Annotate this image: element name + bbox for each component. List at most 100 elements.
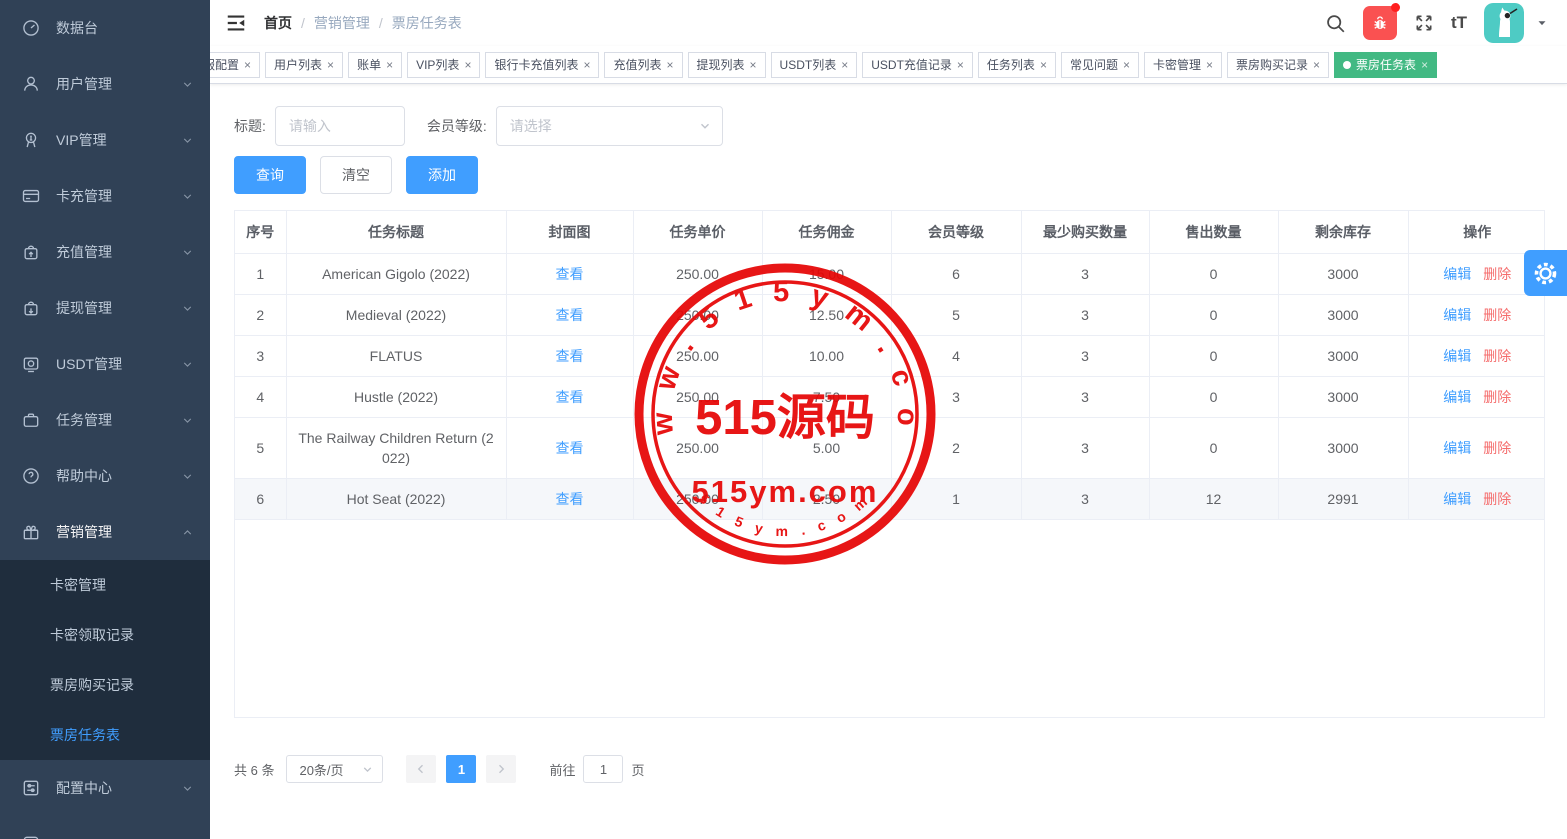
tab-active-dot-icon <box>1343 61 1351 69</box>
goto-page-input[interactable] <box>583 755 623 783</box>
close-icon[interactable]: × <box>841 59 848 71</box>
close-icon[interactable]: × <box>386 59 393 71</box>
caret-down-icon[interactable] <box>1535 16 1549 30</box>
sidebar-subitem[interactable]: 卡密管理 <box>0 560 210 610</box>
edit-link[interactable]: 编辑 <box>1443 491 1471 507</box>
tab-label: USDT充值记录 <box>871 56 952 73</box>
view-cover-link[interactable]: 查看 <box>556 389 584 405</box>
clear-button[interactable]: 清空 <box>320 156 392 194</box>
edit-link[interactable]: 编辑 <box>1443 307 1471 323</box>
sidebar-item[interactable]: 卡充管理 <box>0 168 210 224</box>
next-page-button[interactable] <box>486 755 516 783</box>
delete-link[interactable]: 删除 <box>1483 307 1511 323</box>
font-size-icon[interactable]: tT <box>1451 13 1467 33</box>
cell-price: 250.00 <box>633 417 762 478</box>
edit-link[interactable]: 编辑 <box>1443 389 1471 405</box>
close-icon[interactable]: × <box>750 59 757 71</box>
sidebar-subitem[interactable]: 票房购买记录 <box>0 660 210 710</box>
breadcrumb-separator: / <box>379 15 383 31</box>
tab-item[interactable]: VIP列表× <box>407 52 480 78</box>
sidebar-item[interactable]: 数据台 <box>0 0 210 56</box>
close-icon[interactable]: × <box>957 59 964 71</box>
close-icon[interactable]: × <box>1123 59 1130 71</box>
fullscreen-icon[interactable] <box>1414 13 1434 33</box>
tab-item[interactable]: 常见问题× <box>1061 52 1139 78</box>
tab-item[interactable]: 客服配置× <box>210 52 260 78</box>
page-number-button[interactable]: 1 <box>446 755 476 783</box>
close-icon[interactable]: × <box>1313 59 1320 71</box>
page-size-select[interactable]: 20条/页 <box>286 755 383 783</box>
avatar[interactable] <box>1484 3 1524 43</box>
cell-commission: 10.00 <box>762 335 891 376</box>
breadcrumb-home[interactable]: 首页 <box>264 13 292 33</box>
prev-page-button[interactable] <box>406 755 436 783</box>
delete-link[interactable]: 删除 <box>1483 389 1511 405</box>
delete-link[interactable]: 删除 <box>1483 491 1511 507</box>
view-cover-link[interactable]: 查看 <box>556 266 584 282</box>
tab-item[interactable]: 提现列表× <box>688 52 766 78</box>
tab-item[interactable]: 任务列表 × <box>978 52 1056 78</box>
sidebar-item[interactable]: 充值管理 <box>0 224 210 280</box>
chevron-down-icon <box>180 469 194 483</box>
sidebar-item[interactable]: 帮助中心 <box>0 448 210 504</box>
close-icon[interactable]: × <box>327 59 334 71</box>
tab-item[interactable]: 充值列表× <box>604 52 682 78</box>
delete-link[interactable]: 删除 <box>1483 440 1511 456</box>
view-cover-link[interactable]: 查看 <box>556 491 584 507</box>
level-select[interactable]: 请选择 <box>496 106 723 146</box>
navbar: 首页 / 营销管理 / 票房任务表 <box>210 0 1567 46</box>
sidebar-item[interactable]: 营销管理 <box>0 504 210 560</box>
search-icon[interactable] <box>1325 13 1346 34</box>
view-cover-link[interactable]: 查看 <box>556 307 584 323</box>
delete-link[interactable]: 删除 <box>1483 266 1511 282</box>
cell-operations: 编辑删除 <box>1408 376 1545 417</box>
sidebar-item[interactable] <box>0 816 210 839</box>
close-icon[interactable]: × <box>244 59 251 71</box>
column-header: 任务佣金 <box>762 211 891 253</box>
collapse-sidebar-icon[interactable] <box>224 11 248 35</box>
sidebar-subitem[interactable]: 卡密领取记录 <box>0 610 210 660</box>
tab-item[interactable]: USDT列表× <box>771 52 858 78</box>
tab-item[interactable]: 票房购买记录× <box>1227 52 1329 78</box>
cell-stock: 2991 <box>1278 478 1408 519</box>
edit-link[interactable]: 编辑 <box>1443 348 1471 364</box>
cell-level: 1 <box>891 478 1021 519</box>
close-icon[interactable]: × <box>1206 59 1213 71</box>
sidebar-subitem[interactable]: 票房任务表 <box>0 710 210 760</box>
close-icon[interactable]: × <box>1040 59 1047 71</box>
bug-report-button[interactable] <box>1363 6 1397 40</box>
tab-item[interactable]: 用户列表× <box>265 52 343 78</box>
title-filter-input[interactable] <box>275 106 405 146</box>
sidebar-item[interactable]: VIP管理 <box>0 112 210 168</box>
cell-seq: 5 <box>235 417 286 478</box>
view-cover-link[interactable]: 查看 <box>556 348 584 364</box>
search-button[interactable]: 查询 <box>234 156 306 194</box>
delete-link[interactable]: 删除 <box>1483 348 1511 364</box>
cell-title: Hustle (2022) <box>286 376 506 417</box>
sidebar-item[interactable]: 任务管理 <box>0 392 210 448</box>
tab-label: 任务列表 <box>987 56 1035 73</box>
edit-link[interactable]: 编辑 <box>1443 440 1471 456</box>
tab-active[interactable]: 票房任务表× <box>1334 52 1437 78</box>
cell-price: 250.00 <box>633 478 762 519</box>
close-icon[interactable]: × <box>583 59 590 71</box>
tab-item[interactable]: 卡密管理× <box>1144 52 1222 78</box>
tab-item[interactable]: 账单× <box>348 52 402 78</box>
sidebar-item-label: 数据台 <box>56 18 194 38</box>
tab-item[interactable]: 银行卡充值列表× <box>485 52 599 78</box>
view-cover-link[interactable]: 查看 <box>556 440 584 456</box>
task-table: 序号任务标题封面图任务单价任务佣金会员等级最少购买数量售出数量剩余库存操作 1A… <box>235 211 1545 520</box>
sidebar-item-label: 配置中心 <box>56 778 180 798</box>
cell-sold: 0 <box>1149 376 1278 417</box>
add-button[interactable]: 添加 <box>406 156 478 194</box>
sidebar-item[interactable]: 提现管理 <box>0 280 210 336</box>
sidebar-item[interactable]: 用户管理 <box>0 56 210 112</box>
settings-panel-button[interactable] <box>1524 250 1567 296</box>
close-icon[interactable]: × <box>464 59 471 71</box>
edit-link[interactable]: 编辑 <box>1443 266 1471 282</box>
close-icon[interactable]: × <box>667 59 674 71</box>
close-icon[interactable]: × <box>1421 59 1428 71</box>
sidebar-item[interactable]: USDT管理 <box>0 336 210 392</box>
sidebar-item[interactable]: 配置中心 <box>0 760 210 816</box>
tab-item[interactable]: USDT充值记录 × <box>862 52 973 78</box>
